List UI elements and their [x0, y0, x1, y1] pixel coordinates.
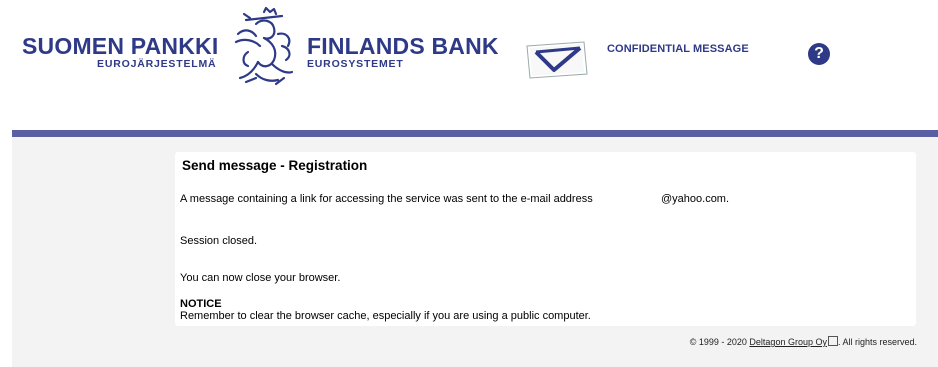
notice-title: NOTICE — [180, 298, 222, 310]
lion-crest-icon — [234, 6, 294, 86]
logo-sv-name: FINLANDS BANK — [307, 33, 499, 59]
logo-suomen-pankki: SUOMEN PANKKI EUROJÄRJESTELMÄ — [22, 34, 218, 70]
envelope-icon — [526, 41, 588, 79]
email-address: @yahoo.com. — [661, 193, 730, 205]
page-title: Send message - Registration — [182, 158, 368, 173]
sent-message-text: A message containing a link for accessin… — [180, 193, 593, 205]
footer: © 1999 - 2020 Deltagon Group Oy . All rig… — [690, 335, 917, 347]
header-divider — [12, 130, 938, 137]
notice-text: Remember to clear the browser cache, esp… — [180, 310, 591, 322]
deltagon-link[interactable]: Deltagon Group Oy — [749, 337, 827, 347]
logo-sv-sub: EUROSYSTEMET — [307, 58, 404, 70]
header: SUOMEN PANKKI EUROJÄRJESTELMÄ FINLANDS B… — [0, 0, 938, 130]
session-status: Session closed. — [180, 235, 258, 247]
rights-text: . All rights reserved. — [837, 337, 917, 347]
close-browser-text: You can now close your browser. — [180, 272, 341, 284]
help-icon[interactable]: ? — [808, 43, 830, 65]
copyright-text: © 1999 - 2020 — [689, 337, 750, 347]
logo-fi-name: SUOMEN PANKKI — [22, 33, 219, 59]
confidential-message-label: CONFIDENTIAL MESSAGE — [607, 43, 749, 55]
message-panel: Send message - Registration A message co… — [175, 152, 916, 326]
logo-fi-sub: EUROJÄRJESTELMÄ — [97, 58, 217, 70]
logo-finlands-bank: FINLANDS BANK EUROSYSTEMET — [307, 34, 499, 70]
external-link-icon — [827, 336, 838, 346]
